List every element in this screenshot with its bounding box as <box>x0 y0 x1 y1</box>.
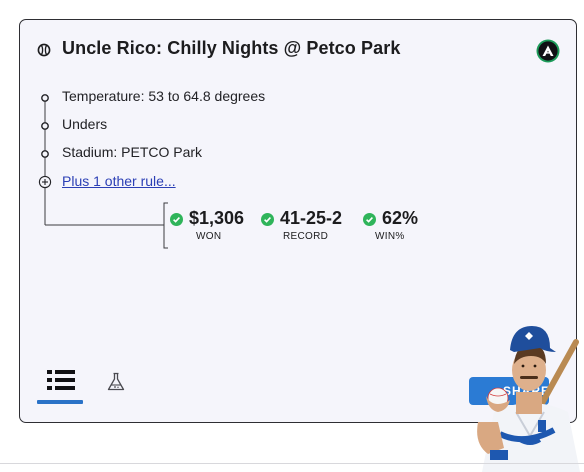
stat-record: 41-25-2 RECORD <box>261 208 357 244</box>
stat-label: WIN% <box>375 231 405 242</box>
more-rules-link[interactable]: Plus 1 other rule... <box>62 173 176 189</box>
stat-label: WON <box>196 231 222 242</box>
check-circle-icon <box>170 213 183 226</box>
rule-item: Stadium: PETCO Park <box>62 144 203 160</box>
stat-value: $1,306 <box>189 208 245 228</box>
stat-win-pct: 62% WIN% <box>363 208 433 244</box>
flask-icon[interactable] <box>106 372 126 392</box>
rule-item: Temperature: 53 to 64.8 degrees <box>62 88 266 104</box>
rule-bullet-icon <box>41 94 49 102</box>
stat-won: $1,306 WON <box>170 208 260 244</box>
stat-value: 62% <box>382 208 419 228</box>
stat-value: 41-25-2 <box>280 208 343 228</box>
check-circle-icon <box>363 213 376 226</box>
page-divider <box>0 463 584 464</box>
rule-bullet-icon <box>41 150 49 158</box>
baseball-player-sticker <box>477 326 580 472</box>
active-tab-indicator <box>37 400 83 404</box>
rule-item: Unders <box>62 116 108 132</box>
stat-label: RECORD <box>283 231 329 242</box>
rule-bullet-icon <box>41 122 49 130</box>
check-circle-icon <box>261 213 274 226</box>
expand-plus-icon[interactable] <box>38 175 52 189</box>
list-icon[interactable] <box>47 369 75 391</box>
